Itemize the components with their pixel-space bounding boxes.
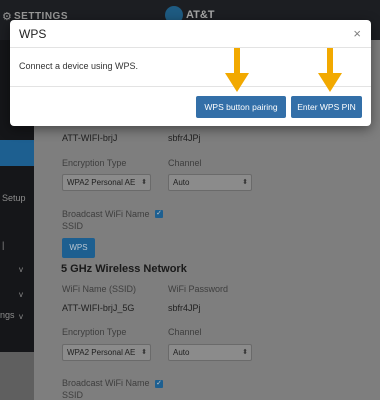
encryption-24-select[interactable]: WPA2 Personal AE ⬍ [62, 174, 151, 191]
channel-24-value: Auto [173, 178, 190, 187]
password-5-label: WiFi Password [168, 284, 229, 294]
sidebar-item-setup[interactable]: Setup [2, 193, 26, 203]
channel-5-label: Channel [168, 327, 202, 337]
chevron-down-icon[interactable]: v [19, 312, 23, 321]
broadcast-24-checkbox[interactable]: ✓ [155, 210, 163, 218]
select-arrows-icon: ⬍ [141, 349, 147, 356]
select-arrows-icon: ⬍ [141, 179, 147, 186]
modal-header: WPS × [10, 20, 371, 48]
ssid-5-label: WiFi Name (SSID) [62, 284, 136, 294]
sidebar-item-marker[interactable]: | [2, 240, 4, 250]
select-arrows-icon: ⬍ [242, 349, 248, 356]
channel-24-select[interactable]: Auto ⬍ [168, 174, 252, 191]
encryption-24-value: WPA2 Personal AE [67, 178, 136, 187]
ssid-24-value: ATT-WIFI-brjJ [62, 133, 118, 143]
section-title-5ghz: 5 GHz Wireless Network [61, 263, 187, 275]
encryption-5-label: Encryption Type [62, 327, 127, 337]
broadcast-5-checkbox[interactable]: ✓ [155, 380, 163, 388]
modal-message: Connect a device using WPS. [19, 61, 139, 71]
sidebar-item-active[interactable] [0, 140, 34, 166]
select-arrows-icon: ⬍ [242, 179, 248, 186]
channel-24-label: Channel [168, 158, 202, 168]
broadcast-5-label: Broadcast WiFi Name [62, 378, 150, 388]
password-24-value: sbfr4JPj [168, 133, 201, 143]
sidebar-item-settings[interactable]: ngs [0, 310, 15, 320]
enter-wps-pin-button[interactable]: Enter WPS PIN [291, 96, 362, 118]
arrow-down-icon [318, 48, 342, 92]
chevron-down-icon[interactable]: v [19, 290, 23, 299]
encryption-5-value: WPA2 Personal AE [67, 348, 136, 357]
chevron-down-icon[interactable]: v [19, 265, 23, 274]
encryption-24-label: Encryption Type [62, 158, 127, 168]
broadcast-24-label: Broadcast WiFi Name [62, 209, 150, 219]
wps-button[interactable]: WPS [62, 238, 95, 258]
broadcast-24-label-ssid: SSID [62, 221, 84, 231]
close-icon[interactable]: × [353, 26, 361, 41]
channel-5-value: Auto [173, 348, 190, 357]
ssid-5-value[interactable]: ATT-WIFI-brjJ_5G [62, 303, 134, 313]
password-5-value[interactable]: sbfr4JPj [168, 303, 201, 313]
modal-title: WPS [19, 27, 47, 41]
encryption-5-select[interactable]: WPA2 Personal AE ⬍ [62, 344, 151, 361]
wps-button-pairing-button[interactable]: WPS button pairing [196, 96, 286, 118]
arrow-down-icon [225, 48, 249, 92]
channel-5-select[interactable]: Auto ⬍ [168, 344, 252, 361]
broadcast-5-label-ssid: SSID [62, 390, 84, 400]
